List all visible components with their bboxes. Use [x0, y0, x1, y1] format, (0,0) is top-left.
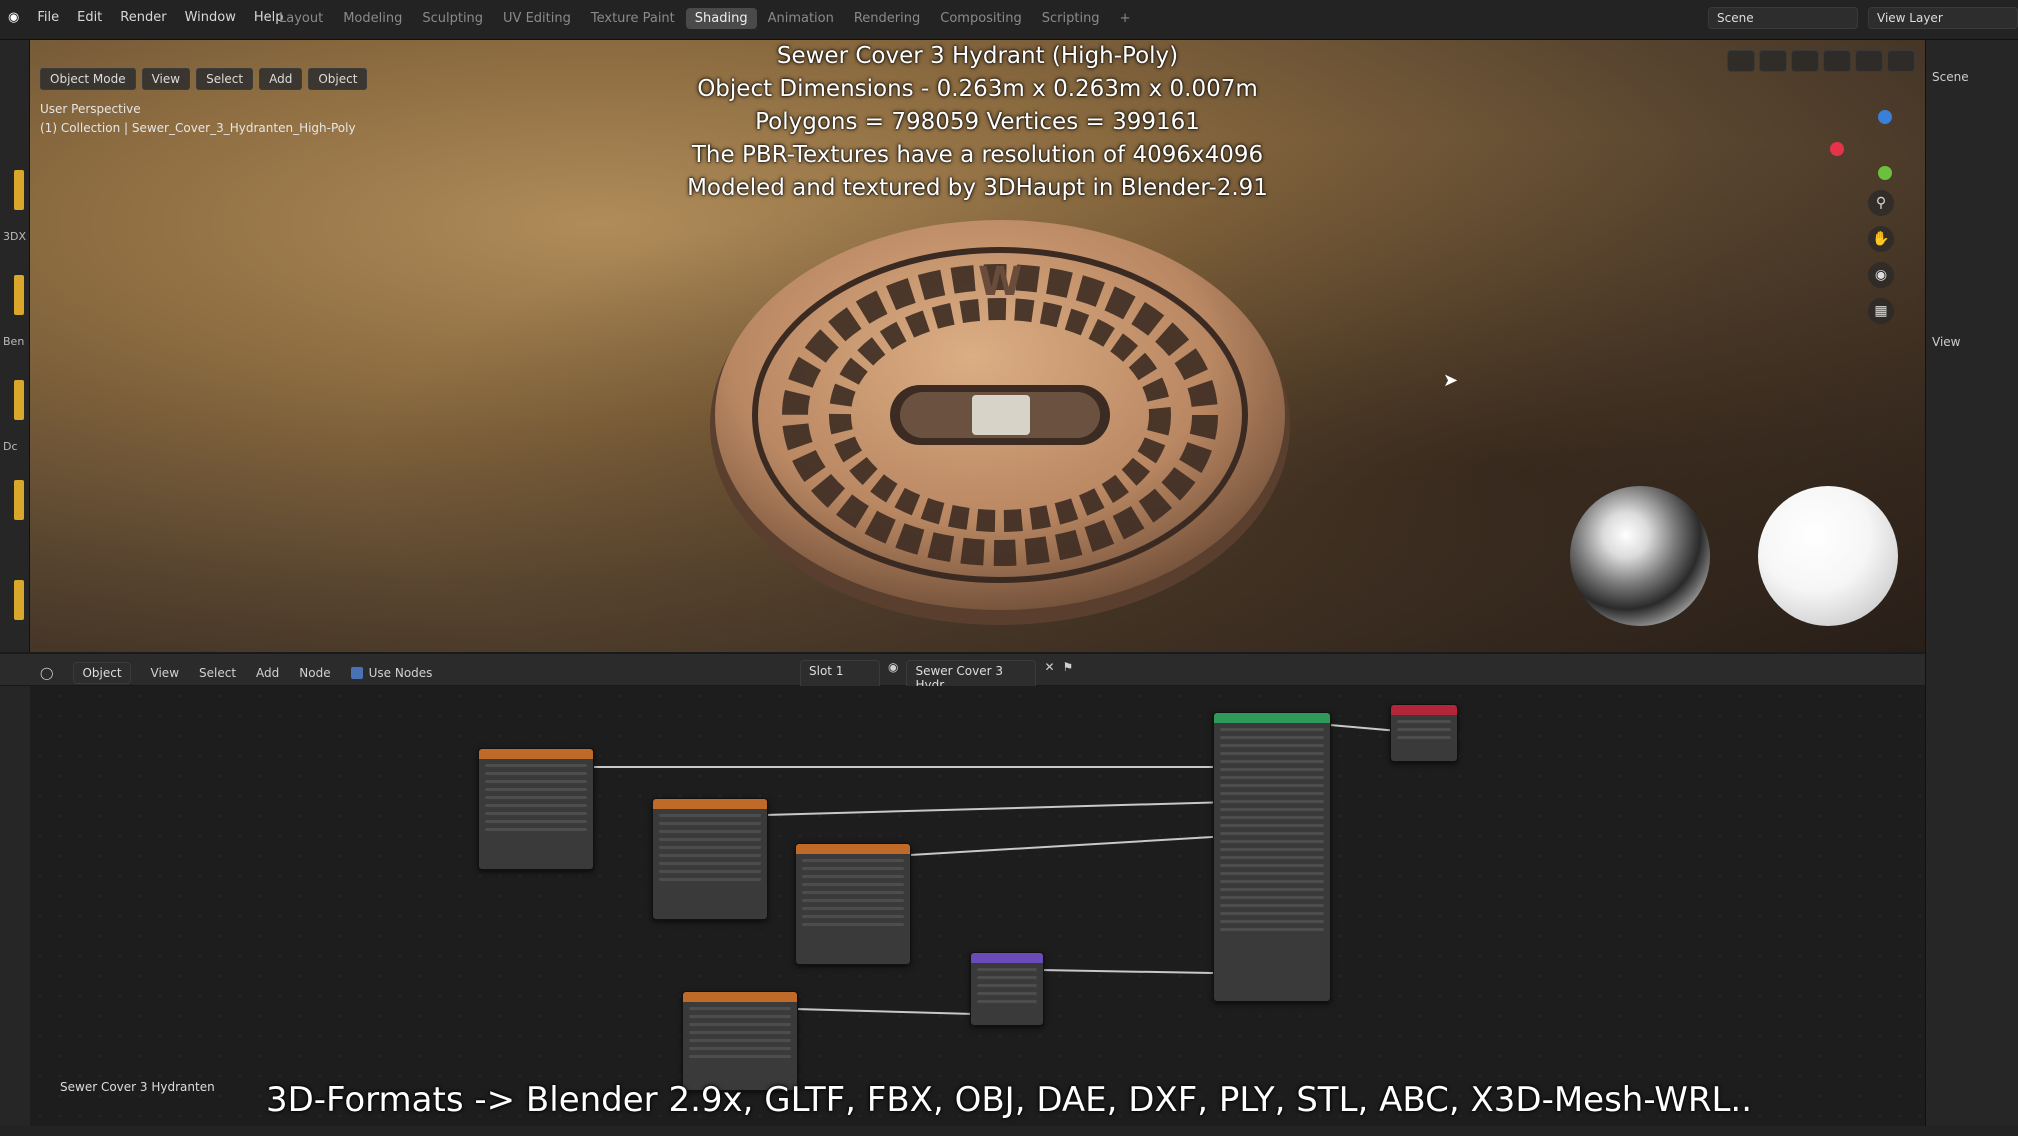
node-editor[interactable] [30, 686, 1925, 1126]
outliner-properties-panel: Scene View [1925, 40, 2018, 1136]
sidebar-tab[interactable] [14, 275, 24, 315]
node-editor-header: ◯ Object View Select Add Node Use Nodes … [0, 652, 1925, 696]
workspace-tabs: Layout Modeling Sculpting UV Editing Tex… [270, 8, 1139, 29]
sidebar-tab[interactable] [14, 480, 24, 520]
formats-caption: 3D-Formats -> Blender 2.9x, GLTF, FBX, O… [265, 1080, 1753, 1120]
tab-shading[interactable]: Shading [685, 8, 757, 29]
blender-logo-icon[interactable]: ◉ [8, 10, 19, 25]
principled-bsdf-node[interactable] [1213, 712, 1331, 1002]
grid-view-icon[interactable]: ▦ [1868, 298, 1894, 324]
sidebar-label: Ben [3, 335, 25, 348]
node-add-menu[interactable]: Add [256, 666, 279, 680]
mouse-cursor-icon: ➤ [1443, 370, 1459, 391]
tab-compositing[interactable]: Compositing [931, 8, 1031, 29]
tab-scripting[interactable]: Scripting [1033, 8, 1109, 29]
shader-type-dropdown[interactable]: Object [73, 662, 131, 684]
node-select-menu[interactable]: Select [199, 666, 236, 680]
overlay-caption: Sewer Cover 3 Hydrant (High-Poly) Object… [30, 40, 1925, 205]
scene-field[interactable]: Scene [1708, 7, 1858, 29]
material-output-node[interactable] [1390, 704, 1458, 762]
sidebar-tab[interactable] [14, 170, 24, 210]
caption-textures: The PBR-Textures have a resolution of 40… [691, 142, 1264, 168]
3d-viewport[interactable]: Object Mode View Select Add Object User … [30, 40, 1925, 652]
tab-texture-paint[interactable]: Texture Paint [582, 8, 684, 29]
main-menu: ◉ File Edit Render Window Help [8, 10, 283, 25]
tab-rendering[interactable]: Rendering [845, 8, 929, 29]
sidebar-label: Dc [3, 440, 18, 453]
tab-modeling[interactable]: Modeling [334, 8, 411, 29]
node-node-menu[interactable]: Node [299, 666, 330, 680]
camera-view-icon[interactable]: ◉ [1868, 262, 1894, 288]
add-workspace-icon[interactable]: + [1111, 8, 1140, 29]
image-texture-node[interactable] [795, 843, 911, 965]
image-texture-node[interactable] [682, 991, 798, 1091]
sidebar-tab[interactable] [14, 380, 24, 420]
status-bar [0, 1126, 2018, 1136]
view-layer-field[interactable]: View Layer [1868, 7, 2018, 29]
tab-layout[interactable]: Layout [270, 8, 332, 29]
node-link [1039, 969, 1240, 975]
svg-text:W: W [978, 259, 1022, 305]
node-link [590, 766, 1240, 768]
viewport-navigation-tools: ⚲ ✋ ◉ ▦ [1868, 190, 1894, 324]
node-link [1329, 724, 1396, 732]
tab-uv-editing[interactable]: UV Editing [494, 8, 580, 29]
image-texture-node[interactable] [478, 748, 594, 870]
caption-author: Modeled and textured by 3DHaupt in Blend… [687, 175, 1268, 201]
chrome-sphere-preview [1570, 486, 1710, 626]
normal-map-node[interactable] [970, 952, 1044, 1026]
sidebar-tab[interactable] [14, 580, 24, 620]
caption-polygons: Polygons = 798059 Vertices = 399161 [755, 109, 1200, 135]
left-toolbar: 3DX Ben Dc [0, 40, 30, 652]
sidebar-label: 3DX [3, 230, 27, 243]
tab-sculpting[interactable]: Sculpting [413, 8, 492, 29]
menu-file[interactable]: File [37, 10, 59, 25]
tab-animation[interactable]: Animation [759, 8, 843, 29]
node-editor-menus: ◯ Object View Select Add Node Use Nodes [40, 662, 432, 684]
editor-type-icon[interactable]: ◯ [40, 666, 53, 680]
menu-window[interactable]: Window [185, 10, 236, 25]
sewer-cover-model: W [710, 220, 1290, 625]
image-texture-node[interactable] [652, 798, 768, 920]
node-view-menu[interactable]: View [151, 666, 179, 680]
scene-selectors: Scene View Layer [1708, 7, 2018, 29]
properties-view[interactable]: View [1932, 335, 1960, 349]
node-link [764, 800, 1240, 816]
caption-dimensions: Object Dimensions - 0.263m x 0.263m x 0.… [697, 76, 1258, 102]
node-link [909, 834, 1240, 856]
menu-edit[interactable]: Edit [77, 10, 102, 25]
top-bar: ◉ File Edit Render Window Help Layout Mo… [0, 0, 2018, 40]
node-editor-toolbar [0, 686, 30, 1126]
caption-title: Sewer Cover 3 Hydrant (High-Poly) [776, 43, 1179, 69]
outliner-scene[interactable]: Scene [1932, 70, 1969, 84]
use-nodes-checkbox[interactable]: Use Nodes [350, 666, 432, 680]
menu-render[interactable]: Render [120, 10, 166, 25]
diffuse-sphere-preview [1758, 486, 1898, 626]
pan-hand-icon[interactable]: ✋ [1868, 226, 1894, 252]
